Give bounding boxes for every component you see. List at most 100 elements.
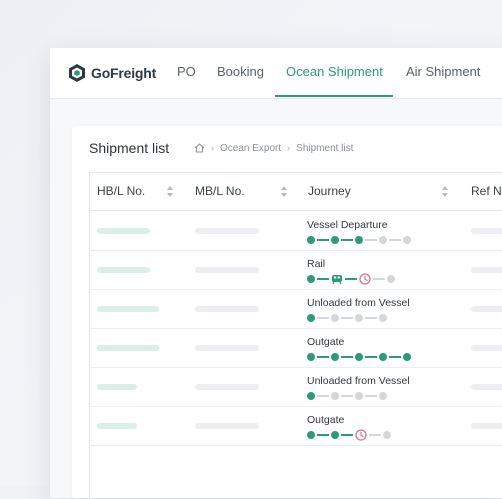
journey-step-pending (331, 314, 339, 322)
chevron-right-icon: › (287, 143, 291, 153)
journey-step-pending (379, 392, 387, 400)
journey-step-pending (403, 236, 411, 244)
journey-connector (317, 317, 329, 319)
column-header-ref-no[interactable]: Ref No. (471, 173, 502, 210)
journey-connector (341, 239, 353, 241)
hbl-placeholder (97, 267, 150, 273)
ref-no-placeholder (471, 345, 502, 351)
table-row[interactable]: Unloaded from Vessel (90, 289, 502, 329)
ref-no-placeholder (471, 423, 502, 429)
journey-status: Unloaded from Vessel (307, 375, 410, 387)
mbl-placeholder (195, 384, 259, 390)
ref-no-placeholder (471, 306, 502, 312)
mbl-placeholder (195, 228, 259, 234)
journey-step-complete (307, 275, 315, 283)
journey-progress[interactable] (307, 234, 411, 246)
mbl-placeholder (195, 423, 259, 429)
journey-connector (369, 434, 381, 436)
journey-progress[interactable] (307, 312, 387, 324)
journey-step-pending (383, 431, 391, 439)
table-row[interactable]: Unloaded from Vessel (90, 367, 502, 407)
delay-icon (355, 429, 367, 441)
breadcrumb-item-shipment-list: Shipment list (296, 142, 354, 154)
journey-step-complete (307, 353, 315, 361)
journey-status: Rail (307, 258, 326, 270)
journey-step-complete (355, 236, 363, 244)
journey-connector (341, 395, 353, 397)
nav-item-booking[interactable]: Booking (217, 48, 264, 96)
breadcrumb-item-ocean-export[interactable]: Ocean Export (220, 143, 281, 154)
journey-step-complete (355, 353, 363, 361)
mbl-placeholder (195, 267, 259, 273)
active-tab-indicator (275, 95, 393, 97)
journey-connector (317, 239, 329, 241)
journey-step-complete (403, 353, 411, 361)
journey-step-pending (379, 236, 387, 244)
logo[interactable]: GoFreight (67, 62, 156, 84)
nav-item-ocean-shipment[interactable]: Ocean Shipment (286, 48, 383, 96)
journey-status: Outgate (307, 414, 345, 426)
journey-status: Unloaded from Vessel (307, 297, 410, 309)
journey-step-pending (331, 392, 339, 400)
journey-connector (389, 239, 401, 241)
journey-status: Outgate (307, 336, 345, 348)
table-row[interactable]: Rail (90, 250, 502, 290)
journey-step-pending (387, 275, 395, 283)
chevron-right-icon: › (211, 143, 214, 153)
table-row[interactable]: Outgate (90, 328, 502, 368)
app-window: GoFreight PO Booking Ocean Shipment Air … (50, 48, 502, 499)
home-icon[interactable] (194, 143, 205, 153)
journey-connector (365, 356, 377, 358)
journey-connector (365, 239, 377, 241)
gofreight-logo-icon (69, 64, 85, 82)
ref-no-placeholder (471, 228, 502, 234)
journey-step-complete (307, 392, 315, 400)
journey-step-complete (331, 431, 339, 439)
rail-icon (332, 275, 342, 285)
column-header-journey[interactable]: Journey (308, 173, 351, 210)
journey-connector (317, 356, 329, 358)
mbl-placeholder (195, 345, 259, 351)
journey-connector (345, 278, 357, 280)
journey-step-pending (379, 314, 387, 322)
delay-icon (359, 273, 371, 285)
journey-connector (341, 317, 353, 319)
journey-connector (317, 434, 329, 436)
sort-icon[interactable] (281, 186, 288, 198)
journey-progress[interactable] (307, 273, 395, 285)
journey-connector (317, 278, 329, 280)
journey-progress[interactable] (307, 390, 387, 402)
journey-connector (365, 395, 377, 397)
hbl-placeholder (97, 306, 159, 312)
journey-step-complete (331, 353, 339, 361)
journey-progress[interactable] (307, 351, 411, 363)
table-row[interactable]: Outgate (90, 406, 502, 446)
journey-status: Vessel Departure (307, 219, 388, 231)
top-navigation: GoFreight PO Booking Ocean Shipment Air … (50, 48, 502, 99)
page-title: Shipment list (89, 140, 170, 156)
table-row[interactable]: Vessel Departure (90, 211, 502, 251)
column-header-hbl[interactable]: HB/L No. (97, 173, 145, 210)
hbl-placeholder (97, 423, 137, 429)
journey-step-complete (307, 314, 315, 322)
journey-step-pending (355, 392, 363, 400)
journey-step-pending (355, 314, 363, 322)
journey-step-complete (379, 353, 387, 361)
shipment-list-card: Shipment list › Ocean Export › Shipment … (72, 126, 502, 499)
shipment-table: HB/L No. MB/L No. Journey Ref No. Vessel… (89, 172, 502, 499)
column-header-mbl[interactable]: MB/L No. (195, 173, 245, 210)
breadcrumb: › Ocean Export › Shipment list (194, 141, 353, 155)
journey-step-complete (307, 236, 315, 244)
journey-connector (389, 356, 401, 358)
journey-step-complete (307, 431, 315, 439)
sort-icon[interactable] (442, 186, 449, 198)
journey-progress[interactable] (307, 429, 391, 441)
journey-connector (365, 317, 377, 319)
sort-icon[interactable] (167, 186, 174, 198)
table-header: HB/L No. MB/L No. Journey Ref No. (90, 173, 502, 211)
nav-item-po[interactable]: PO (177, 48, 196, 96)
hbl-placeholder (97, 228, 150, 234)
nav-item-air-shipment[interactable]: Air Shipment (406, 48, 480, 96)
mbl-placeholder (195, 306, 259, 312)
brand-name: GoFreight (91, 65, 157, 81)
